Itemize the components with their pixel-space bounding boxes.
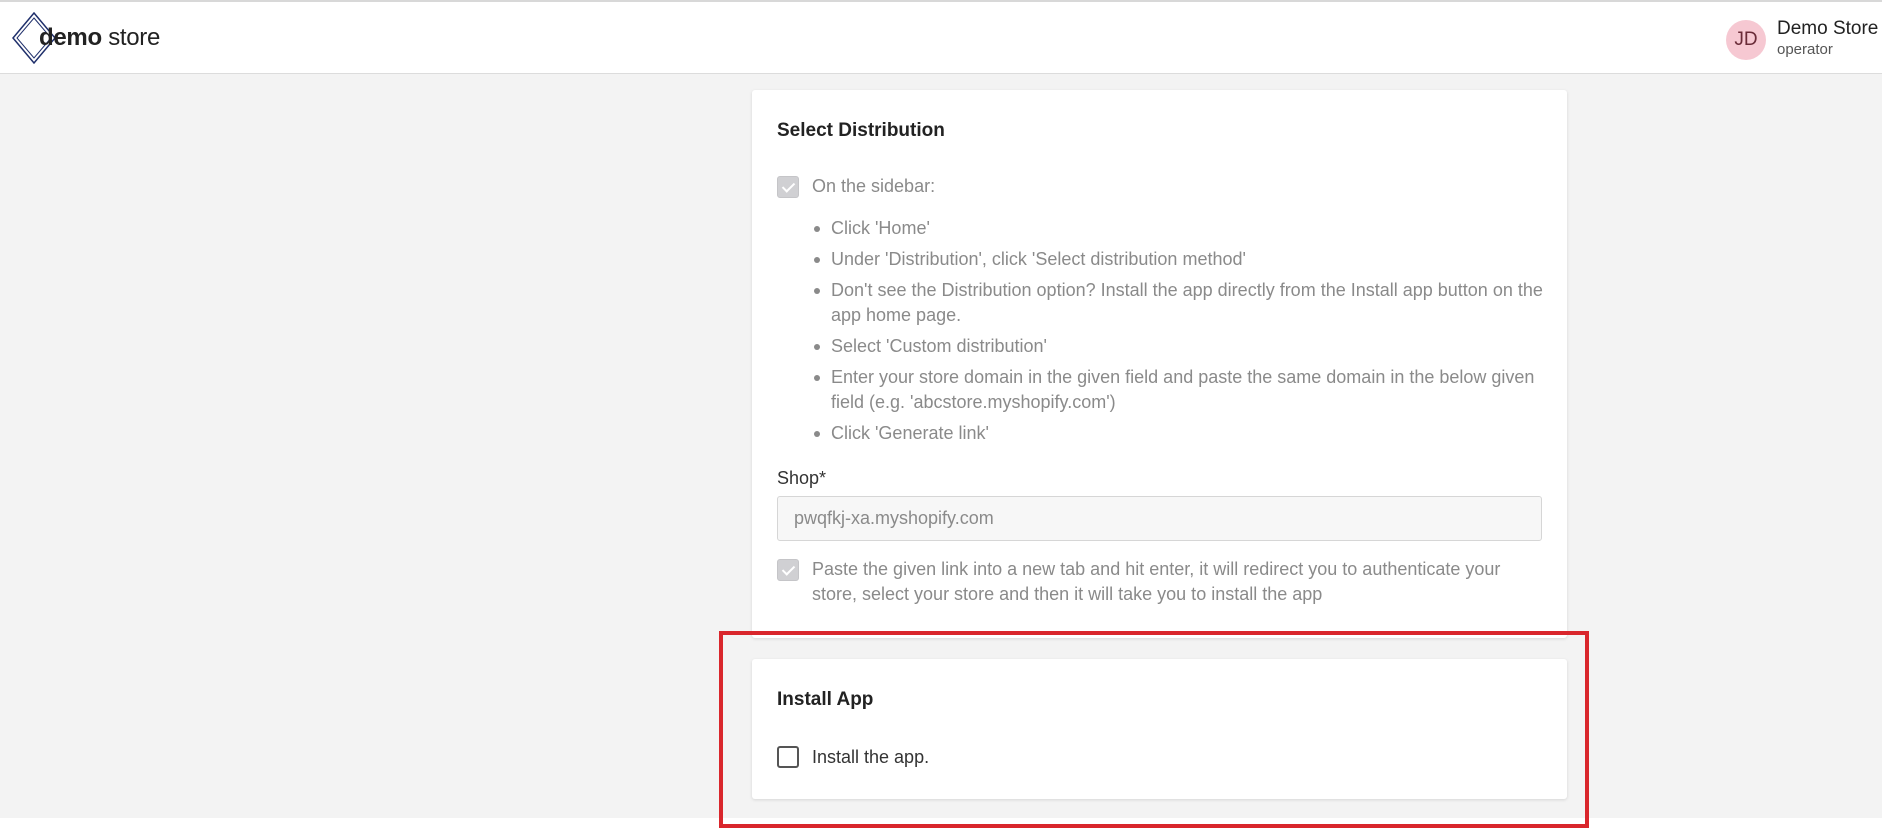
steps-list: Click 'Home' Under 'Distribution', click… [812,216,1552,452]
user-menu[interactable]: JD Demo Store operator [1726,18,1882,60]
logo-text-bold: demo [39,24,102,51]
list-item: Click 'Home' [812,216,1552,241]
paste-link-checkbox[interactable] [777,559,799,581]
install-app-checkbox[interactable] [777,746,799,768]
sidebar-step-checkbox[interactable] [777,176,799,198]
install-app-title: Install App [777,689,874,710]
list-item: Enter your store domain in the given fie… [812,365,1552,415]
top-bar: demo store JD Demo Store operator [0,0,1882,74]
list-item: Don't see the Distribution option? Insta… [812,278,1552,328]
sidebar-step-label: On the sidebar: [812,176,936,196]
list-item: Click 'Generate link' [812,421,1552,446]
list-item: Under 'Distribution', click 'Select dist… [812,247,1552,272]
select-distribution-title: Select Distribution [777,120,945,141]
install-app-label[interactable]: Install the app. [812,745,929,770]
paste-link-label: Paste the given link into a new tab and … [812,559,1501,604]
avatar[interactable]: JD [1726,20,1766,60]
logo[interactable]: demo store [12,12,172,64]
user-name: Demo Store [1777,18,1879,39]
user-role: operator [1777,41,1833,58]
logo-text: demo store [39,24,160,52]
shop-label: Shop* [777,468,827,488]
shop-input[interactable] [777,496,1542,541]
logo-text-light: store [108,24,161,51]
select-distribution-card: Select Distribution On the sidebar: Clic… [752,90,1567,638]
install-app-card: Install App Install the app. [752,659,1567,799]
list-item: Select 'Custom distribution' [812,334,1552,359]
